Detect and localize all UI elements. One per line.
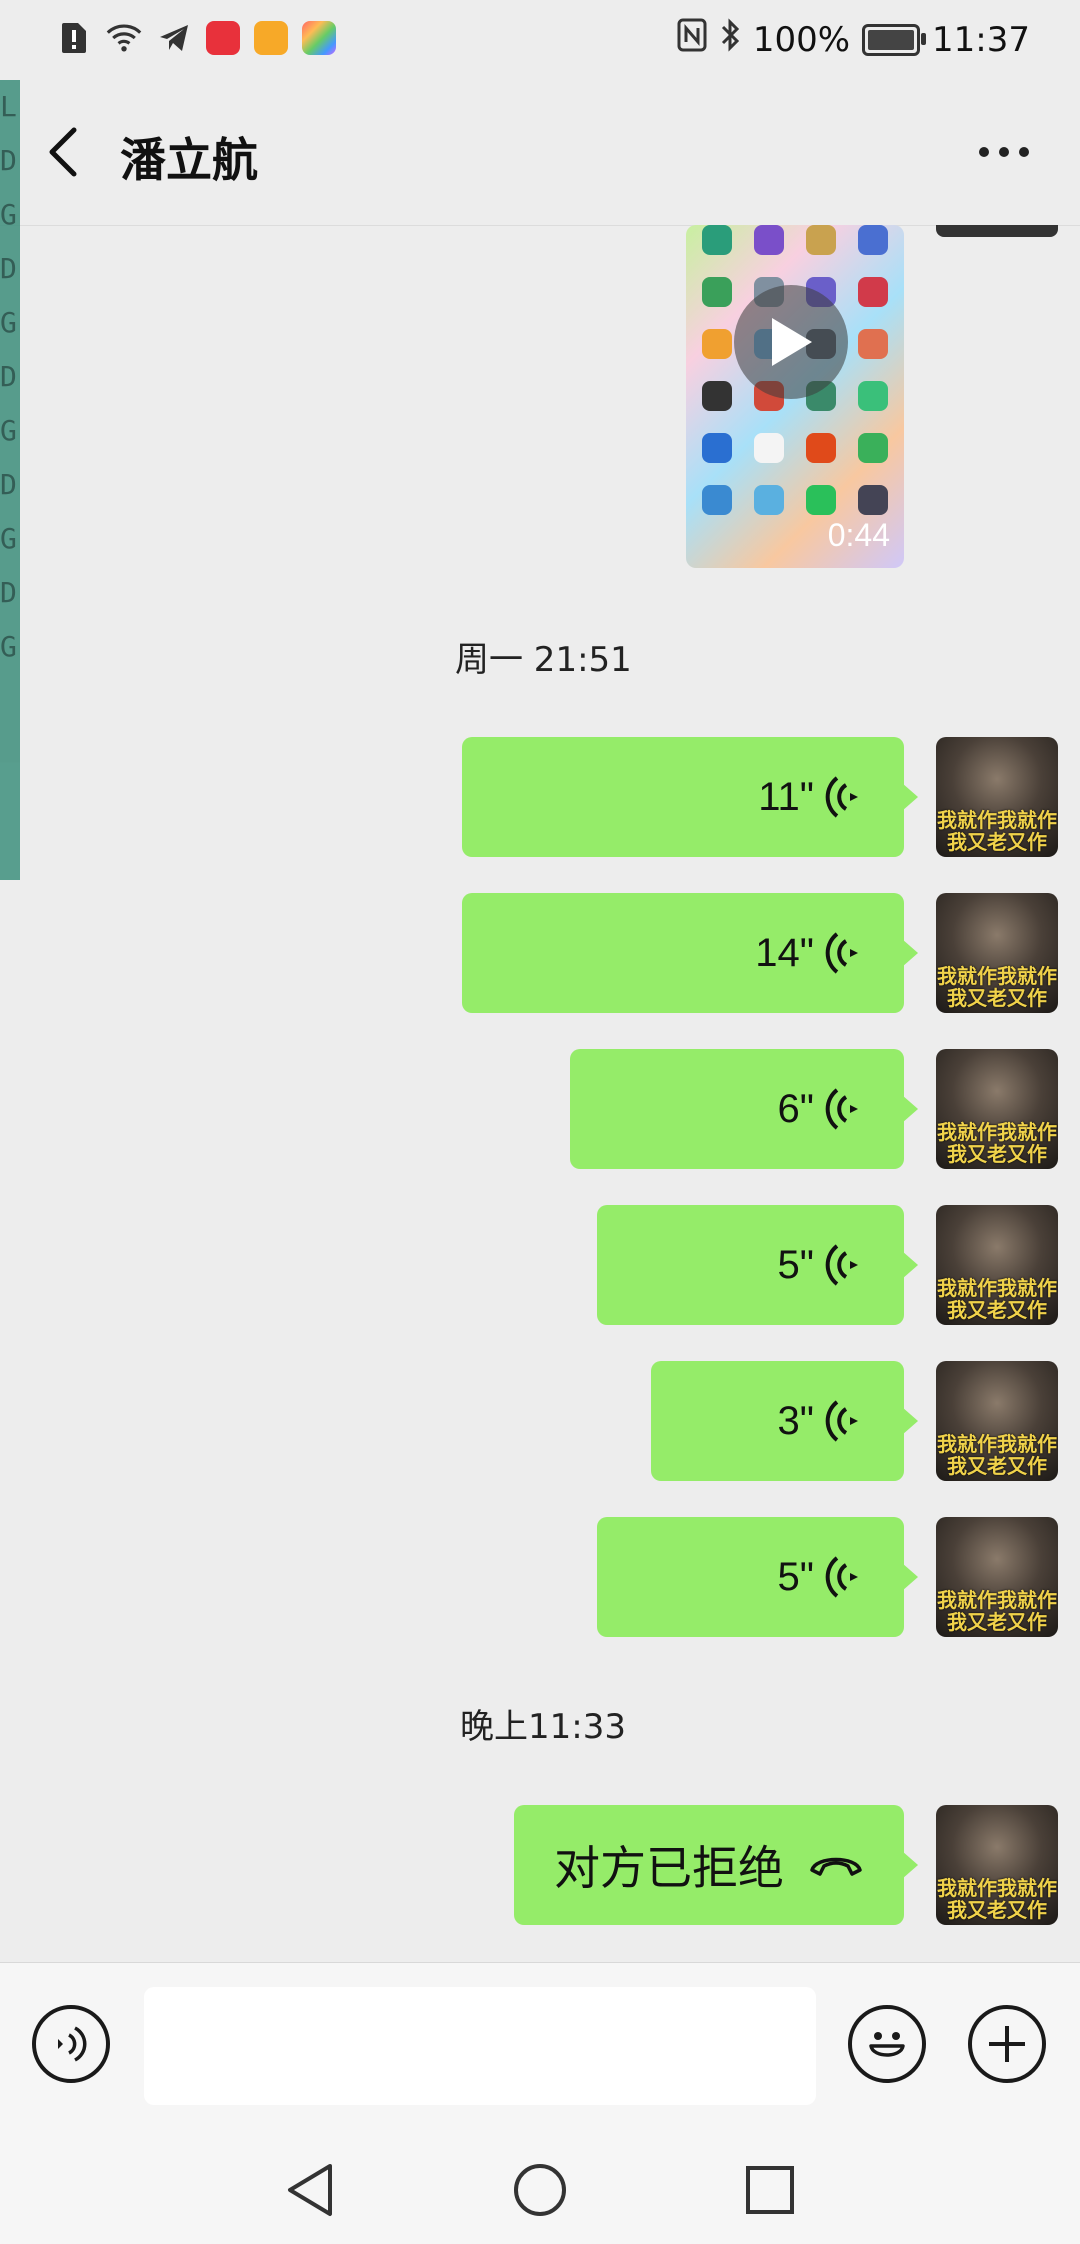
square-recents-icon — [746, 2166, 794, 2214]
wifi-icon — [106, 20, 142, 56]
voice-duration: 5" — [777, 1242, 814, 1287]
voice-duration: 11" — [758, 774, 814, 819]
voice-duration: 3" — [777, 1398, 814, 1443]
chat-title: 潘立航 — [120, 133, 258, 187]
clock: 11:37 — [932, 19, 1030, 60]
avatar-caption: 我就作我就作 我又老又作 — [937, 1432, 1057, 1478]
nav-back-button[interactable] — [280, 2160, 340, 2220]
avatar[interactable]: 我就作我就作 我又老又作 — [936, 1049, 1058, 1169]
call-message-bubble[interactable]: 对方已拒绝 — [514, 1805, 918, 1925]
video-message[interactable]: 0:44 — [686, 225, 904, 568]
voice-message-bubble[interactable]: 5" — [597, 1205, 918, 1325]
message-timestamp: 晚上11:33 — [460, 1707, 626, 1747]
call-status-text: 对方已拒绝 — [554, 1841, 784, 1895]
avatar[interactable]: 我就作我就作 我又老又作 — [936, 893, 1058, 1013]
emoji-button[interactable] — [848, 2005, 926, 2083]
avatar-caption: 我就作我就作 我又老又作 — [937, 808, 1057, 854]
voice-wave-icon — [825, 1556, 858, 1598]
huawei-appgallery-icon — [206, 21, 240, 55]
voice-duration: 6" — [777, 1086, 814, 1131]
video-duration: 0:44 — [827, 517, 890, 553]
status-bar-left — [56, 20, 336, 56]
voice-message-bubble[interactable]: 5" — [597, 1517, 918, 1637]
avatar-caption: 我就作我就作 我又老又作 — [937, 1588, 1057, 1634]
sim-alert-icon — [56, 20, 92, 56]
battery-percent: 100% — [752, 19, 851, 60]
plus-icon — [989, 2026, 1025, 2062]
nav-recents-button[interactable] — [740, 2160, 800, 2220]
avatar[interactable]: 我就作我就作 我又老又作 — [936, 1805, 1058, 1925]
voice-message-bubble[interactable]: 11" — [462, 737, 918, 857]
voice-duration: 5" — [777, 1554, 814, 1599]
debug-letter: D — [0, 144, 17, 177]
avatar[interactable] — [936, 225, 1058, 237]
voice-wave-icon — [825, 776, 858, 818]
emoji-icon — [869, 2032, 905, 2057]
voice-icon — [58, 2026, 87, 2062]
more-functions-button[interactable] — [968, 2005, 1046, 2083]
avatar-caption: 我就作我就作 我又老又作 — [937, 964, 1057, 1010]
triangle-back-icon — [288, 2164, 332, 2216]
voice-wave-icon — [825, 1400, 858, 1442]
gallery-icon — [302, 21, 336, 55]
status-bar-right: 100% 11:37 — [677, 18, 1030, 61]
voice-wave-icon — [825, 1244, 858, 1286]
message-timestamp: 周一 21:51 — [455, 640, 632, 680]
message-text-field[interactable] — [144, 1987, 816, 2105]
voice-input-button[interactable] — [32, 2005, 110, 2083]
more-options-button[interactable] — [964, 122, 1044, 182]
avatar-caption: 我就作我就作 我又老又作 — [937, 1276, 1057, 1322]
voice-wave-icon — [825, 1088, 858, 1130]
chat-header: 潘立航 — [0, 80, 1080, 226]
message-input-bar — [0, 1962, 1080, 2129]
voice-wave-icon — [825, 932, 858, 974]
status-bar: 100% 11:37 — [0, 0, 1080, 80]
more-dot-icon — [1019, 147, 1029, 157]
voice-duration: 14" — [755, 930, 814, 975]
files-icon — [254, 21, 288, 55]
debug-letter: L — [0, 90, 17, 123]
play-icon[interactable] — [734, 285, 848, 399]
voice-message-bubble[interactable]: 3" — [651, 1361, 918, 1481]
voice-message-bubble[interactable]: 14" — [462, 893, 918, 1013]
avatar-caption: 我就作我就作 我又老又作 — [937, 1120, 1057, 1166]
hang-up-icon — [810, 1857, 862, 1876]
battery-icon — [862, 23, 927, 56]
system-navigation-bar — [0, 2128, 1080, 2244]
chat-message-list[interactable]: 0:44 周一 21:51 11" 我就作我就作 我又老又作 14" 我就作我就作… — [0, 225, 1080, 1960]
nfc-icon — [677, 18, 707, 61]
bluetooth-icon — [719, 18, 741, 61]
more-dot-icon — [999, 147, 1009, 157]
avatar[interactable]: 我就作我就作 我又老又作 — [936, 737, 1058, 857]
telegram-icon — [156, 20, 192, 56]
nav-home-button[interactable] — [510, 2160, 570, 2220]
more-dot-icon — [979, 147, 989, 157]
voice-message-bubble[interactable]: 6" — [570, 1049, 918, 1169]
avatar[interactable]: 我就作我就作 我又老又作 — [936, 1361, 1058, 1481]
avatar[interactable]: 我就作我就作 我又老又作 — [936, 1205, 1058, 1325]
back-button[interactable] — [38, 122, 98, 182]
avatar-caption: 我就作我就作 我又老又作 — [937, 1876, 1057, 1922]
avatar[interactable]: 我就作我就作 我又老又作 — [936, 1517, 1058, 1637]
circle-home-icon — [514, 2164, 566, 2216]
chevron-left-icon — [49, 127, 77, 177]
